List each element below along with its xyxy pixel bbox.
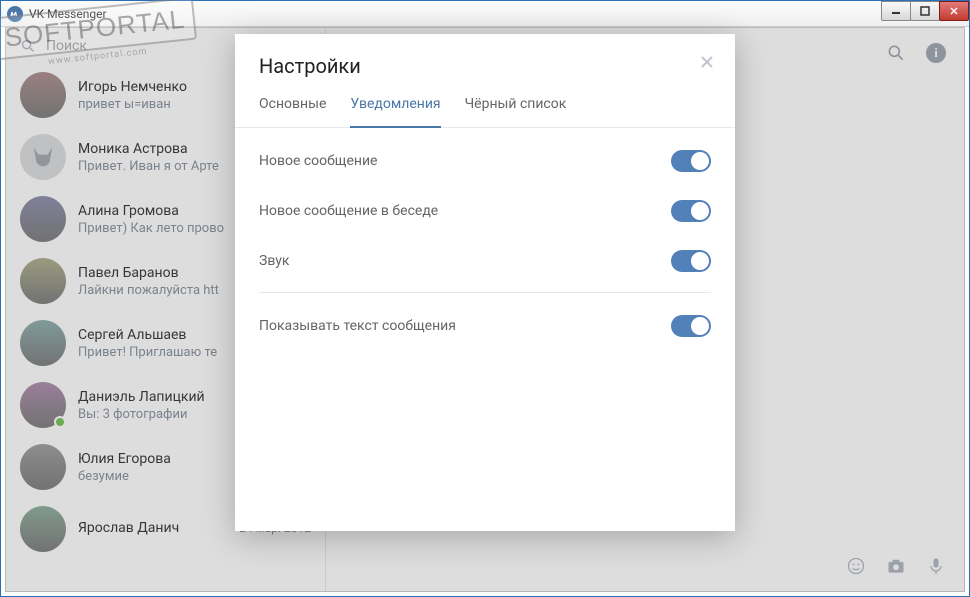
option-show-text: Показывать текст сообщения bbox=[259, 292, 711, 351]
minimize-button[interactable] bbox=[881, 1, 911, 21]
toggle-sound[interactable] bbox=[671, 250, 711, 272]
maximize-button[interactable] bbox=[910, 1, 940, 21]
app-logo bbox=[7, 6, 23, 22]
tab-main[interactable]: Основные bbox=[259, 96, 326, 127]
window-frame: VK Messenger Поиск Игорь Немченко18приве… bbox=[0, 0, 970, 597]
modal-title: Настройки bbox=[259, 54, 711, 78]
option-label: Показывать текст сообщения bbox=[259, 318, 456, 334]
window-controls bbox=[882, 1, 969, 21]
tab-notifications[interactable]: Уведомления bbox=[350, 96, 440, 128]
option-sound: Звук bbox=[259, 236, 711, 286]
close-icon[interactable] bbox=[699, 54, 715, 74]
window-title: VK Messenger bbox=[29, 7, 107, 21]
option-new-message: Новое сообщение bbox=[259, 136, 711, 186]
toggle-new-message[interactable] bbox=[671, 150, 711, 172]
toggle-show-text[interactable] bbox=[671, 315, 711, 337]
tab-blacklist[interactable]: Чёрный список bbox=[465, 96, 567, 127]
settings-modal: Настройки Основные Уведомления Чёрный сп… bbox=[235, 34, 735, 531]
modal-tabs: Основные Уведомления Чёрный список bbox=[235, 78, 735, 128]
close-button[interactable] bbox=[939, 1, 969, 21]
option-new-message-chat: Новое сообщение в беседе bbox=[259, 186, 711, 236]
option-label: Новое сообщение bbox=[259, 153, 377, 169]
toggle-new-message-chat[interactable] bbox=[671, 200, 711, 222]
titlebar: VK Messenger bbox=[1, 1, 969, 27]
option-label: Новое сообщение в беседе bbox=[259, 203, 438, 219]
option-label: Звук bbox=[259, 253, 289, 269]
